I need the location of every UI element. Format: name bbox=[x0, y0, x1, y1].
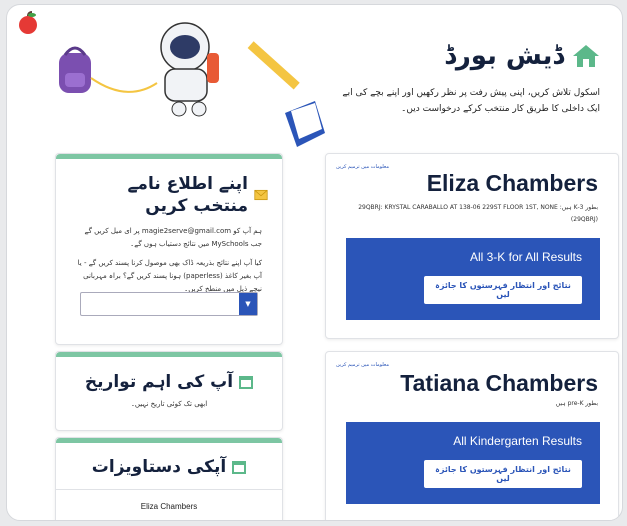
results-label: All 3-K for All Results bbox=[469, 250, 582, 264]
edit-info-link[interactable]: معلومات میں ترمیم کریں bbox=[336, 164, 389, 170]
review-results-button[interactable]: نتائج اور انتظار فہرستوں کا جائزہ لیں bbox=[424, 460, 582, 488]
important-dates-card: آپ کی اہم تواریخ ابھی تک کوئی تاریخ نہیں… bbox=[55, 351, 283, 431]
document-student-name[interactable]: Eliza Chambers bbox=[56, 502, 282, 511]
review-results-button[interactable]: نتائج اور انتظار فہرستوں کا جائزہ لیں bbox=[424, 276, 582, 304]
notifications-card: اپنے اطلاع نامے منتخب کریں ہم آپ کو magi… bbox=[55, 153, 283, 345]
results-panel: All Kindergarten Results نتائج اور انتظا… bbox=[346, 422, 600, 504]
home-icon bbox=[573, 45, 599, 67]
divider bbox=[56, 489, 282, 490]
backpack-icon bbox=[59, 46, 91, 93]
results-label: All Kindergarten Results bbox=[453, 434, 582, 448]
page-title: ڈیش بورڈ bbox=[444, 41, 564, 71]
apple-logo-icon[interactable] bbox=[17, 11, 39, 35]
documents-title: آپکی دستاویزات bbox=[91, 457, 227, 477]
calendar-icon bbox=[239, 375, 254, 389]
documents-card: آپکی دستاویزات Eliza Chambers bbox=[55, 437, 283, 520]
calendar-icon bbox=[232, 461, 247, 474]
ruler-icon bbox=[247, 41, 300, 90]
envelope-icon bbox=[254, 189, 268, 201]
student-name: Eliza Chambers bbox=[426, 170, 598, 196]
student-name: Tatiana Chambers bbox=[400, 370, 598, 396]
results-panel: All 3-K for All Results نتائج اور انتظار… bbox=[346, 238, 600, 320]
page-header: ڈیش بورڈ bbox=[444, 41, 600, 71]
documents-title-row: آپکی دستاویزات bbox=[70, 457, 268, 477]
notifications-email-text: ہم آپ کو magie2serve@gmail.com پر ای میل… bbox=[84, 227, 262, 248]
chevron-down-icon[interactable]: ▼ bbox=[239, 293, 257, 315]
book-icon bbox=[285, 101, 325, 147]
dashboard-window: ڈیش بورڈ اسکول تلاش کریں، اپنی پیش رفت پ… bbox=[6, 4, 623, 521]
notification-preference-select[interactable]: ▼ bbox=[80, 292, 258, 316]
card-accent-bar bbox=[56, 352, 282, 357]
astronaut-icon bbox=[160, 22, 219, 117]
student-card: معلومات میں ترمیم کریں Tatiana Chambers … bbox=[325, 351, 619, 520]
student-info: بطور pre-K ہیں bbox=[555, 400, 598, 407]
astronaut-illustration bbox=[59, 22, 325, 147]
notifications-title: اپنے اطلاع نامے منتخب کریں bbox=[127, 174, 249, 216]
student-card: معلومات میں ترمیم کریں Eliza Chambers بط… bbox=[325, 153, 619, 339]
notifications-title-row: اپنے اطلاع نامے منتخب کریں bbox=[70, 173, 268, 217]
dates-title-row: آپ کی اہم تواریخ bbox=[70, 371, 268, 392]
student-info: بطور 3-K ہیں: 29QBRJ: KRYSTAL CARABALLO … bbox=[358, 204, 598, 223]
card-accent-bar bbox=[56, 438, 282, 443]
card-accent-bar bbox=[56, 154, 282, 159]
dates-title: آپ کی اہم تواریخ bbox=[84, 372, 234, 392]
page-description: اسکول تلاش کریں، اپنی پیش رفت پر نظر رکھ… bbox=[342, 88, 600, 114]
notifications-paperless-text: کیا آپ اپنے نتائج بذریعہ ڈاک بھی موصول ک… bbox=[77, 259, 262, 293]
dates-empty-text: ابھی تک کوئی تاریخ نہیں۔ bbox=[130, 400, 208, 408]
edit-info-link[interactable]: معلومات میں ترمیم کریں bbox=[336, 362, 389, 368]
